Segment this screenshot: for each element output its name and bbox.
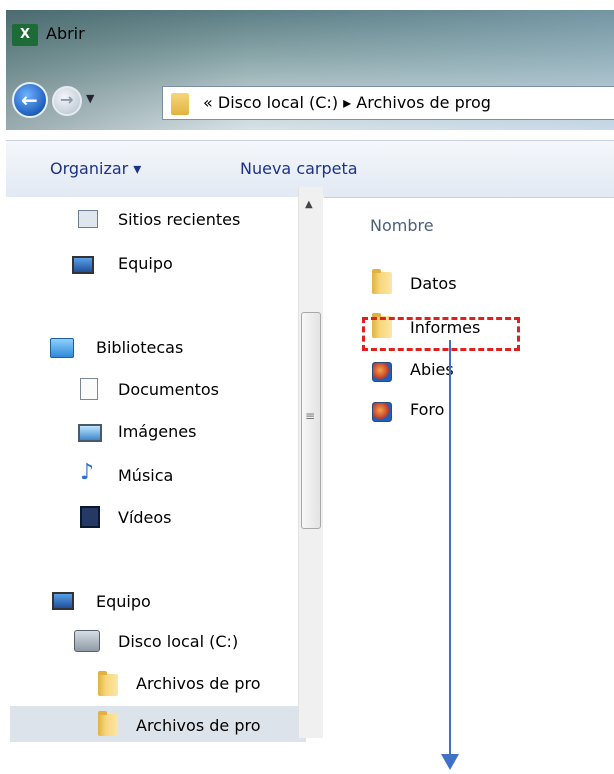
nav-item-program-files[interactable]: Archivos de pro (136, 674, 292, 693)
computer-icon (52, 592, 74, 610)
arrow-down-icon (441, 754, 459, 770)
local-disk-icon (74, 630, 100, 652)
forward-button[interactable]: → (52, 86, 82, 116)
back-arrow-icon: ← (21, 88, 38, 112)
nav-scrollbar[interactable]: ▲ ≡ (298, 187, 323, 738)
file-item-datos[interactable]: Datos (410, 274, 457, 293)
scroll-up-arrow[interactable]: ▲ (305, 199, 313, 210)
libraries-icon (50, 338, 74, 358)
nav-item-videos[interactable]: Vídeos (118, 508, 172, 527)
file-item-foro[interactable]: Foro (410, 400, 444, 419)
nav-item-pictures[interactable]: Imágenes (118, 422, 196, 441)
grip-icon: ≡ (305, 409, 316, 423)
column-header-name[interactable]: Nombre (370, 216, 434, 235)
chevron-down-icon: ▼ (86, 92, 95, 105)
nav-item-computer-tree[interactable]: Equipo (96, 592, 151, 611)
folder-icon (98, 671, 118, 696)
address-path: « Disco local (C:) ▸ Archivos de prog (203, 93, 491, 112)
window-title: Abrir (46, 24, 85, 43)
pictures-icon (78, 424, 102, 442)
folder-icon (372, 269, 392, 294)
nav-item-computer[interactable]: Equipo (118, 254, 173, 273)
videos-icon (80, 506, 100, 528)
recent-places-icon (78, 210, 98, 228)
file-item-abies[interactable]: Abies (410, 360, 454, 379)
forward-arrow-icon: → (60, 90, 74, 109)
computer-icon (72, 256, 94, 274)
folder-icon (98, 711, 118, 736)
shortcut-icon (372, 402, 392, 422)
recent-pages-dropdown[interactable]: ▼ (86, 92, 94, 105)
excel-icon: X (12, 24, 38, 46)
folder-icon (171, 93, 189, 115)
nav-item-libraries[interactable]: Bibliotecas (96, 338, 183, 357)
scroll-thumb[interactable]: ≡ (301, 312, 321, 529)
highlight-box (362, 317, 520, 351)
pointer-arrow-line (449, 340, 451, 756)
organize-button[interactable]: Organizar ▾ (50, 159, 141, 178)
nav-item-local-disk[interactable]: Disco local (C:) (118, 632, 238, 651)
nav-item-recent[interactable]: Sitios recientes (118, 210, 240, 229)
address-bar[interactable]: « Disco local (C:) ▸ Archivos de prog (162, 86, 614, 120)
nav-item-music[interactable]: Música (118, 466, 173, 485)
documents-icon (80, 378, 98, 400)
music-icon: ♪ (80, 460, 95, 485)
nav-item-program-files-x86[interactable]: Archivos de pro (136, 716, 292, 735)
nav-item-documents[interactable]: Documentos (118, 380, 219, 399)
shortcut-icon (372, 362, 392, 382)
back-button[interactable]: ← (12, 82, 48, 118)
new-folder-button[interactable]: Nueva carpeta (240, 159, 358, 178)
